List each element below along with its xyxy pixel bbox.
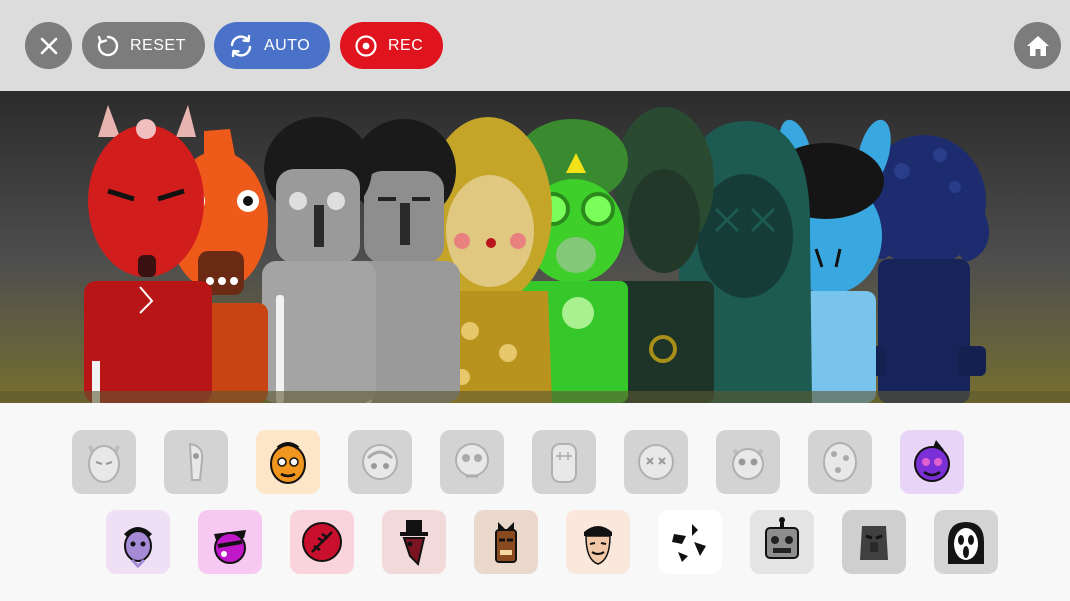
orange-face-icon <box>270 442 306 484</box>
spotted-head-icon-tile[interactable] <box>808 430 872 494</box>
plague-hat-icon-tile[interactable] <box>382 510 446 574</box>
purple-jester-icon-tile[interactable] <box>900 430 964 494</box>
anonymous-mask-icon <box>584 526 612 565</box>
cat-skull-icon-tile[interactable] <box>716 430 780 494</box>
record-icon <box>355 34 377 57</box>
ghostface-icon-tile[interactable] <box>934 510 998 574</box>
stage-scene <box>0 105 1070 403</box>
icon-tray <box>0 403 1070 601</box>
stitched-face-icon-tile[interactable] <box>532 430 596 494</box>
character-gray-man-1[interactable] <box>262 117 376 403</box>
rec-label: REC <box>388 36 424 54</box>
magenta-mask-icon <box>214 530 246 564</box>
anonymous-mask-icon-tile[interactable] <box>566 510 630 574</box>
devil-mask-icon-tile[interactable] <box>72 430 136 494</box>
cat-skull-icon <box>732 448 764 480</box>
magenta-mask-icon-tile[interactable] <box>198 510 262 574</box>
robot-head-icon-tile[interactable] <box>750 510 814 574</box>
auto-label: AUTO <box>264 36 311 54</box>
ghostface-icon <box>948 522 984 564</box>
plague-hat-icon <box>400 520 428 566</box>
devil-mask-icon <box>88 445 120 483</box>
auto-button[interactable]: AUTO <box>214 22 330 69</box>
horse-mask-icon-tile[interactable] <box>164 430 228 494</box>
tiki-icon-tile[interactable] <box>474 510 538 574</box>
tiki-icon <box>495 522 517 563</box>
skull-flower-icon <box>455 443 489 478</box>
spotted-head-icon <box>823 442 857 482</box>
close-icon <box>40 37 57 54</box>
red-leaf-icon-tile[interactable] <box>290 510 354 574</box>
reset-button[interactable]: RESET <box>82 22 205 69</box>
brain-head-icon-tile[interactable] <box>348 430 412 494</box>
orange-face-icon-tile[interactable] <box>256 430 320 494</box>
top-bar: RESET AUTO REC <box>0 0 1070 91</box>
character-stage <box>0 91 1070 403</box>
stone-head-icon-tile[interactable] <box>842 510 906 574</box>
auto-sync-icon <box>230 34 252 57</box>
skull-flower-icon-tile[interactable] <box>440 430 504 494</box>
x-eyes-icon-tile[interactable] <box>624 430 688 494</box>
rec-button[interactable]: REC <box>340 22 443 69</box>
home-button[interactable] <box>1014 22 1061 69</box>
reset-label: RESET <box>130 36 186 54</box>
close-button[interactable] <box>25 22 72 69</box>
brain-head-icon <box>362 444 398 480</box>
x-eyes-icon <box>638 444 674 480</box>
home-icon <box>1026 35 1049 56</box>
reset-icon <box>97 35 119 56</box>
splatter-icon-tile[interactable] <box>658 510 722 574</box>
purple-jester-icon <box>914 440 950 482</box>
splatter-icon <box>672 524 706 562</box>
stitched-face-icon <box>551 443 577 483</box>
stone-head-icon <box>860 526 888 560</box>
robot-head-icon <box>765 517 799 559</box>
purple-vampire-icon-tile[interactable] <box>106 510 170 574</box>
purple-vampire-icon <box>124 527 152 568</box>
horse-mask-icon <box>188 442 204 481</box>
red-leaf-icon <box>302 522 342 562</box>
